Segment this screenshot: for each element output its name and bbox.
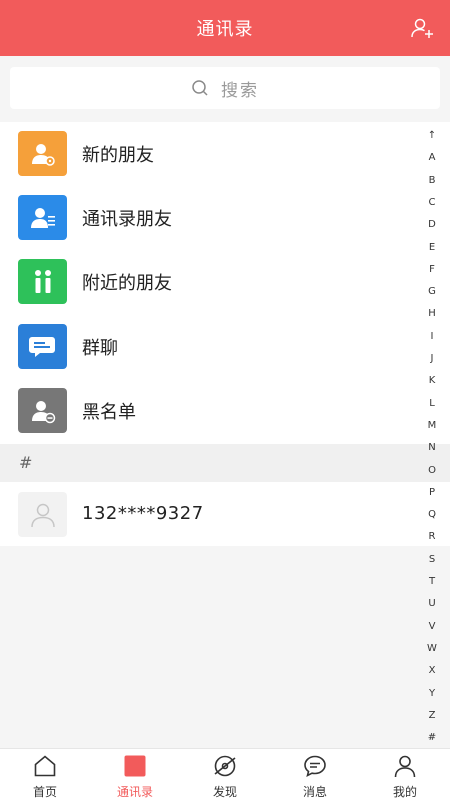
index-letter[interactable]: A — [420, 152, 444, 163]
tab-label: 发现 — [212, 785, 237, 799]
tab-home[interactable]: 首页 — [0, 749, 90, 800]
new-friend-icon — [18, 131, 67, 176]
index-letter[interactable]: U — [420, 598, 444, 609]
search-icon — [192, 80, 208, 96]
section-header: # — [0, 444, 450, 482]
list-item-group-chat[interactable]: 群聊 — [0, 315, 410, 379]
list-item-blacklist[interactable]: 黑名单 — [0, 379, 410, 443]
index-letter[interactable]: W — [420, 643, 444, 654]
index-letter[interactable]: ↑ — [420, 130, 444, 141]
index-letter[interactable]: X — [420, 665, 444, 676]
tab-contacts[interactable]: 通讯录 — [90, 749, 180, 800]
index-letter[interactable]: T — [420, 576, 444, 587]
list-item-label: 附近的朋友 — [82, 273, 172, 294]
page-title: 通讯录 — [196, 19, 254, 40]
search-placeholder: 搜索 — [221, 80, 259, 101]
index-letter[interactable]: M — [420, 420, 444, 431]
index-letter[interactable]: G — [420, 286, 444, 297]
tab-label: 我的 — [392, 785, 417, 799]
default-avatar-icon — [18, 492, 67, 537]
blacklist-icon — [18, 388, 67, 433]
list-item-label: 黑名单 — [82, 402, 136, 423]
tab-label: 消息 — [302, 785, 327, 799]
home-icon — [34, 755, 56, 777]
search-input[interactable]: 搜索 — [10, 67, 440, 109]
index-letter[interactable]: E — [420, 242, 444, 253]
discover-icon — [214, 755, 236, 777]
group-chat-icon — [18, 324, 67, 369]
index-letter[interactable]: B — [420, 175, 444, 186]
contacts-icon — [18, 195, 67, 240]
alphabet-index-bar[interactable]: ↑ A B C D E F G H I J K L M N O P Q R S T U V W X Y Z # — [420, 130, 444, 748]
tab-profile[interactable]: 我的 — [360, 749, 450, 800]
tab-label: 通讯录 — [116, 785, 153, 799]
bottom-tab-bar: 首页 通讯录 发现 消息 我的 — [0, 748, 450, 800]
index-letter[interactable]: V — [420, 621, 444, 632]
index-letter[interactable]: I — [420, 331, 444, 342]
index-letter[interactable]: O — [420, 465, 444, 476]
index-letter[interactable]: R — [420, 531, 444, 542]
index-letter[interactable]: P — [420, 487, 444, 498]
index-letter[interactable]: Y — [420, 688, 444, 699]
list-item-label: 群聊 — [82, 338, 118, 359]
index-letter[interactable]: # — [420, 732, 444, 743]
index-letter[interactable]: Z — [420, 710, 444, 721]
index-letter[interactable]: D — [420, 219, 444, 230]
contact-menu-list: 新的朋友 通讯录朋友 附近的朋友 群聊 黑名单 — [0, 122, 450, 444]
message-icon — [304, 755, 326, 778]
tab-discover[interactable]: 发现 — [180, 749, 270, 800]
list-item-new-friends[interactable]: 新的朋友 — [0, 122, 410, 186]
contacts-tab-icon — [124, 755, 146, 777]
contact-row[interactable]: 132****9327 — [0, 482, 450, 546]
index-letter[interactable]: C — [420, 197, 444, 208]
search-area: 搜索 — [0, 56, 450, 122]
index-letter[interactable]: F — [420, 264, 444, 275]
tab-messages[interactable]: 消息 — [270, 749, 360, 800]
nearby-icon — [18, 259, 67, 304]
header-bar: 通讯录 — [0, 0, 450, 56]
list-item-phone-contacts[interactable]: 通讯录朋友 — [0, 186, 410, 250]
index-letter[interactable]: L — [420, 398, 444, 409]
list-item-nearby-friends[interactable]: 附近的朋友 — [0, 250, 410, 314]
index-letter[interactable]: J — [420, 353, 444, 364]
tab-label: 首页 — [32, 785, 57, 799]
index-letter[interactable]: Q — [420, 509, 444, 520]
list-item-label: 通讯录朋友 — [82, 209, 172, 230]
index-letter[interactable]: S — [420, 554, 444, 565]
index-letter[interactable]: K — [420, 375, 444, 386]
list-item-label: 新的朋友 — [82, 145, 154, 166]
profile-icon — [394, 755, 416, 778]
index-letter[interactable]: N — [420, 442, 444, 453]
index-letter[interactable]: H — [420, 308, 444, 319]
section-header-label: # — [19, 453, 33, 472]
add-user-icon[interactable] — [410, 16, 434, 40]
contact-name: 132****9327 — [82, 503, 204, 524]
